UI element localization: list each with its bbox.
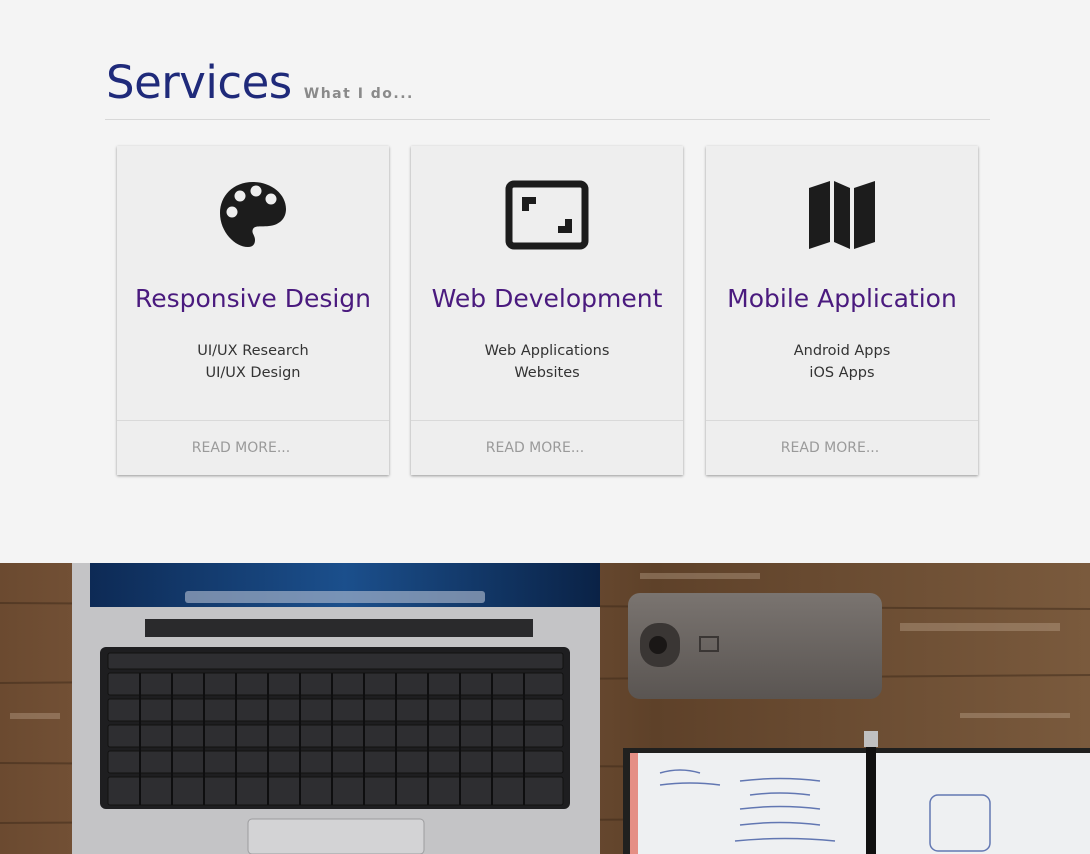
card-description: UI/UX Research UI/UX Design	[117, 340, 389, 384]
card-line: Web Applications	[484, 343, 610, 359]
palette-icon	[117, 180, 389, 250]
desk-photo-banner	[0, 563, 1090, 854]
card-description: Web Applications Websites	[411, 340, 683, 384]
section-subtitle: What I do...	[303, 86, 414, 102]
card-description: Android Apps iOS Apps	[706, 340, 978, 384]
service-card-responsive-design: Responsive Design UI/UX Research UI/UX D…	[117, 146, 389, 475]
card-footer: READ MORE...	[411, 420, 683, 475]
section-heading: Services What I do...	[106, 56, 414, 109]
card-line: UI/UX Research	[197, 343, 309, 359]
card-footer: READ MORE...	[117, 420, 389, 475]
card-line: iOS Apps	[809, 365, 875, 381]
card-footer: READ MORE...	[706, 420, 978, 475]
desk-photo	[0, 563, 1090, 854]
card-line: Android Apps	[793, 343, 891, 359]
read-more-link[interactable]: READ MORE...	[117, 440, 365, 456]
section-title: Services	[106, 56, 292, 109]
read-more-link[interactable]: READ MORE...	[411, 440, 659, 456]
card-title: Responsive Design	[134, 284, 372, 313]
services-section: Services What I do... Responsive Design …	[0, 0, 1090, 563]
heading-divider	[105, 119, 990, 120]
card-line: UI/UX Design	[205, 365, 301, 381]
aspect-ratio-icon	[411, 180, 683, 250]
service-card-web-development: Web Development Web Applications Website…	[411, 146, 683, 475]
card-title: Web Development	[431, 284, 663, 313]
service-card-mobile-application: Mobile Application Android Apps iOS Apps…	[706, 146, 978, 475]
card-title: Mobile Application	[727, 284, 957, 313]
read-more-link[interactable]: READ MORE...	[706, 440, 954, 456]
map-icon	[706, 180, 978, 250]
card-line: Websites	[514, 365, 580, 381]
